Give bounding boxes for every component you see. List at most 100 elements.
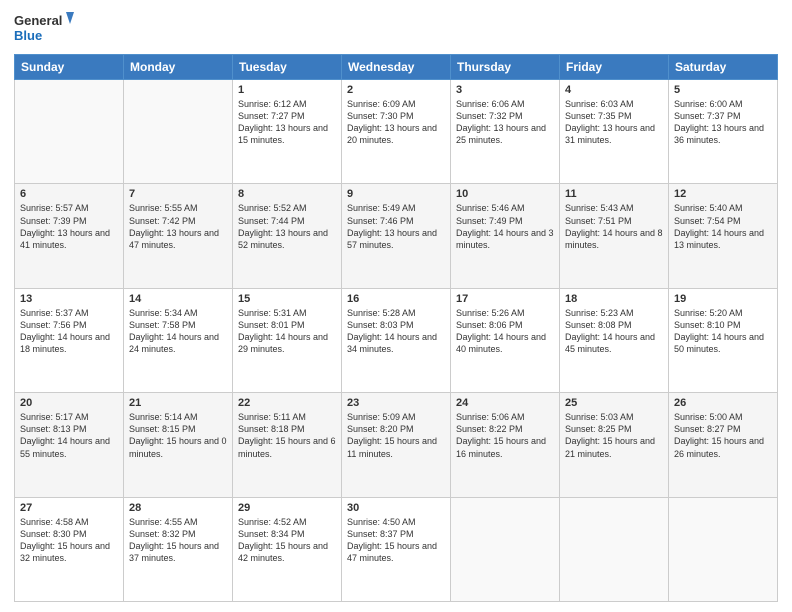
day-number: 5: [674, 84, 772, 96]
svg-text:General: General: [14, 13, 62, 28]
day-info: Sunrise: 6:12 AM Sunset: 7:27 PM Dayligh…: [238, 98, 336, 147]
day-info: Sunrise: 5:11 AM Sunset: 8:18 PM Dayligh…: [238, 411, 336, 460]
day-number: 9: [347, 188, 445, 200]
day-info: Sunrise: 5:43 AM Sunset: 7:51 PM Dayligh…: [565, 202, 663, 251]
day-number: 27: [20, 502, 118, 514]
day-info: Sunrise: 5:46 AM Sunset: 7:49 PM Dayligh…: [456, 202, 554, 251]
week-row-4: 20 Sunrise: 5:17 AM Sunset: 8:13 PM Dayli…: [15, 393, 778, 497]
logo: General Blue: [14, 10, 74, 48]
day-number: 1: [238, 84, 336, 96]
day-number: 8: [238, 188, 336, 200]
calendar-cell: [451, 497, 560, 601]
day-info: Sunrise: 5:52 AM Sunset: 7:44 PM Dayligh…: [238, 202, 336, 251]
calendar-cell: 16 Sunrise: 5:28 AM Sunset: 8:03 PM Dayli…: [342, 288, 451, 392]
day-number: 4: [565, 84, 663, 96]
calendar-cell: 3 Sunrise: 6:06 AM Sunset: 7:32 PM Daylig…: [451, 80, 560, 184]
day-info: Sunrise: 5:31 AM Sunset: 8:01 PM Dayligh…: [238, 307, 336, 356]
calendar-cell: 17 Sunrise: 5:26 AM Sunset: 8:06 PM Dayli…: [451, 288, 560, 392]
calendar-cell: [124, 80, 233, 184]
svg-text:Blue: Blue: [14, 28, 42, 43]
calendar-cell: 8 Sunrise: 5:52 AM Sunset: 7:44 PM Daylig…: [233, 184, 342, 288]
header: General Blue: [14, 10, 778, 48]
page: General Blue SundayMondayTuesdayWednesda…: [0, 0, 792, 612]
day-info: Sunrise: 5:57 AM Sunset: 7:39 PM Dayligh…: [20, 202, 118, 251]
day-info: Sunrise: 5:17 AM Sunset: 8:13 PM Dayligh…: [20, 411, 118, 460]
weekday-header-wednesday: Wednesday: [342, 55, 451, 80]
calendar-cell: 7 Sunrise: 5:55 AM Sunset: 7:42 PM Daylig…: [124, 184, 233, 288]
day-number: 25: [565, 397, 663, 409]
day-info: Sunrise: 4:52 AM Sunset: 8:34 PM Dayligh…: [238, 516, 336, 565]
calendar-cell: 4 Sunrise: 6:03 AM Sunset: 7:35 PM Daylig…: [560, 80, 669, 184]
calendar-cell: 24 Sunrise: 5:06 AM Sunset: 8:22 PM Dayli…: [451, 393, 560, 497]
day-number: 15: [238, 293, 336, 305]
calendar-cell: 1 Sunrise: 6:12 AM Sunset: 7:27 PM Daylig…: [233, 80, 342, 184]
day-number: 13: [20, 293, 118, 305]
day-info: Sunrise: 5:55 AM Sunset: 7:42 PM Dayligh…: [129, 202, 227, 251]
calendar-cell: 10Sunrise: 5:46 AM Sunset: 7:49 PM Dayli…: [451, 184, 560, 288]
day-info: Sunrise: 5:09 AM Sunset: 8:20 PM Dayligh…: [347, 411, 445, 460]
calendar-cell: 6 Sunrise: 5:57 AM Sunset: 7:39 PM Daylig…: [15, 184, 124, 288]
calendar-cell: 23 Sunrise: 5:09 AM Sunset: 8:20 PM Dayli…: [342, 393, 451, 497]
day-number: 14: [129, 293, 227, 305]
day-info: Sunrise: 5:34 AM Sunset: 7:58 PM Dayligh…: [129, 307, 227, 356]
day-info: Sunrise: 6:03 AM Sunset: 7:35 PM Dayligh…: [565, 98, 663, 147]
week-row-2: 6 Sunrise: 5:57 AM Sunset: 7:39 PM Daylig…: [15, 184, 778, 288]
calendar-cell: 30 Sunrise: 4:50 AM Sunset: 8:37 PM Dayli…: [342, 497, 451, 601]
calendar-cell: 25Sunrise: 5:03 AM Sunset: 8:25 PM Dayli…: [560, 393, 669, 497]
day-info: Sunrise: 4:55 AM Sunset: 8:32 PM Dayligh…: [129, 516, 227, 565]
calendar-cell: 15 Sunrise: 5:31 AM Sunset: 8:01 PM Dayli…: [233, 288, 342, 392]
week-row-1: 1 Sunrise: 6:12 AM Sunset: 7:27 PM Daylig…: [15, 80, 778, 184]
day-number: 11: [565, 188, 663, 200]
calendar-cell: 13Sunrise: 5:37 AM Sunset: 7:56 PM Dayli…: [15, 288, 124, 392]
day-info: Sunrise: 6:09 AM Sunset: 7:30 PM Dayligh…: [347, 98, 445, 147]
day-info: Sunrise: 4:58 AM Sunset: 8:30 PM Dayligh…: [20, 516, 118, 565]
calendar-cell: 28 Sunrise: 4:55 AM Sunset: 8:32 PM Dayli…: [124, 497, 233, 601]
weekday-header-sunday: Sunday: [15, 55, 124, 80]
day-info: Sunrise: 5:06 AM Sunset: 8:22 PM Dayligh…: [456, 411, 554, 460]
weekday-header-monday: Monday: [124, 55, 233, 80]
day-number: 6: [20, 188, 118, 200]
calendar-cell: 20 Sunrise: 5:17 AM Sunset: 8:13 PM Dayli…: [15, 393, 124, 497]
day-number: 19: [674, 293, 772, 305]
day-number: 29: [238, 502, 336, 514]
day-number: 7: [129, 188, 227, 200]
day-number: 21: [129, 397, 227, 409]
calendar-cell: 27 Sunrise: 4:58 AM Sunset: 8:30 PM Dayli…: [15, 497, 124, 601]
calendar-cell: 11 Sunrise: 5:43 AM Sunset: 7:51 PM Dayli…: [560, 184, 669, 288]
day-number: 12: [674, 188, 772, 200]
weekday-header-tuesday: Tuesday: [233, 55, 342, 80]
day-info: Sunrise: 5:26 AM Sunset: 8:06 PM Dayligh…: [456, 307, 554, 356]
day-number: 28: [129, 502, 227, 514]
calendar-cell: 12Sunrise: 5:40 AM Sunset: 7:54 PM Dayli…: [669, 184, 778, 288]
week-row-3: 13Sunrise: 5:37 AM Sunset: 7:56 PM Dayli…: [15, 288, 778, 392]
calendar-cell: 19 Sunrise: 5:20 AM Sunset: 8:10 PM Dayli…: [669, 288, 778, 392]
day-info: Sunrise: 5:28 AM Sunset: 8:03 PM Dayligh…: [347, 307, 445, 356]
day-info: Sunrise: 5:00 AM Sunset: 8:27 PM Dayligh…: [674, 411, 772, 460]
calendar-cell: 2 Sunrise: 6:09 AM Sunset: 7:30 PM Daylig…: [342, 80, 451, 184]
day-info: Sunrise: 5:14 AM Sunset: 8:15 PM Dayligh…: [129, 411, 227, 460]
day-number: 17: [456, 293, 554, 305]
day-info: Sunrise: 5:20 AM Sunset: 8:10 PM Dayligh…: [674, 307, 772, 356]
weekday-header-thursday: Thursday: [451, 55, 560, 80]
calendar-cell: 22Sunrise: 5:11 AM Sunset: 8:18 PM Dayli…: [233, 393, 342, 497]
day-info: Sunrise: 6:06 AM Sunset: 7:32 PM Dayligh…: [456, 98, 554, 147]
calendar-cell: 26 Sunrise: 5:00 AM Sunset: 8:27 PM Dayli…: [669, 393, 778, 497]
day-number: 2: [347, 84, 445, 96]
calendar-cell: 9 Sunrise: 5:49 AM Sunset: 7:46 PM Daylig…: [342, 184, 451, 288]
logo-svg: General Blue: [14, 10, 74, 48]
day-info: Sunrise: 4:50 AM Sunset: 8:37 PM Dayligh…: [347, 516, 445, 565]
day-number: 20: [20, 397, 118, 409]
calendar-cell: 14 Sunrise: 5:34 AM Sunset: 7:58 PM Dayli…: [124, 288, 233, 392]
weekday-header-row: SundayMondayTuesdayWednesdayThursdayFrid…: [15, 55, 778, 80]
day-number: 23: [347, 397, 445, 409]
day-number: 24: [456, 397, 554, 409]
day-number: 30: [347, 502, 445, 514]
day-number: 3: [456, 84, 554, 96]
day-number: 26: [674, 397, 772, 409]
day-number: 16: [347, 293, 445, 305]
day-info: Sunrise: 5:49 AM Sunset: 7:46 PM Dayligh…: [347, 202, 445, 251]
calendar-cell: 21 Sunrise: 5:14 AM Sunset: 8:15 PM Dayli…: [124, 393, 233, 497]
weekday-header-friday: Friday: [560, 55, 669, 80]
calendar-cell: 18Sunrise: 5:23 AM Sunset: 8:08 PM Dayli…: [560, 288, 669, 392]
day-number: 18: [565, 293, 663, 305]
